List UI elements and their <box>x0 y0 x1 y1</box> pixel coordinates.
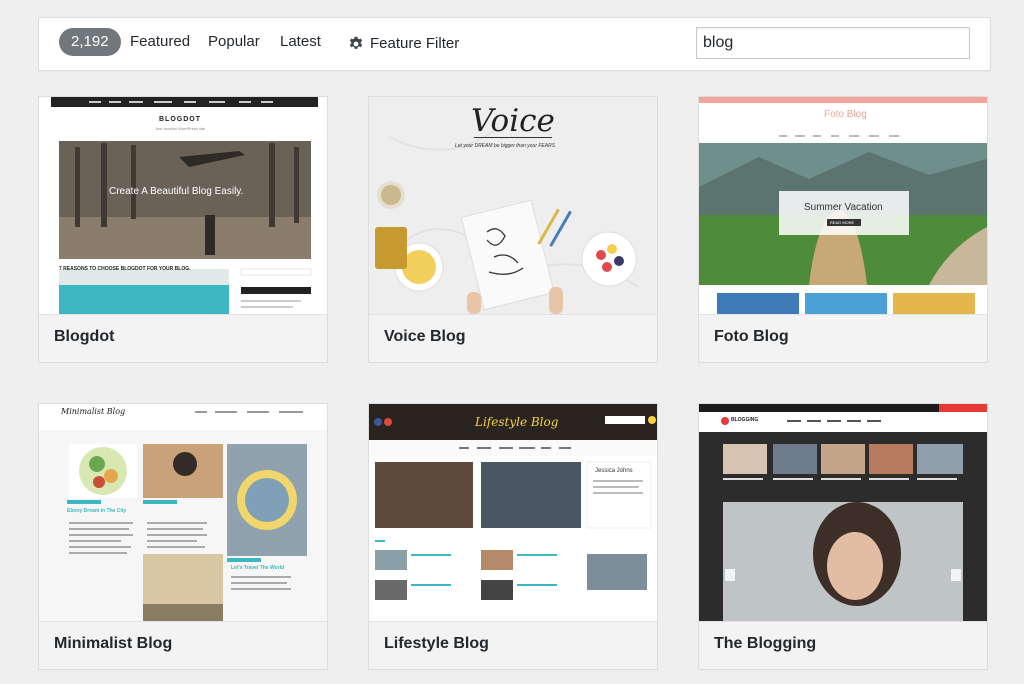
preview-hero-text: Summer Vacation <box>804 202 883 213</box>
theme-card-minimalist-blog[interactable]: Minimalist Blog Ebony Dream In The City … <box>38 403 328 670</box>
theme-name: Foto Blog <box>714 328 789 345</box>
theme-filter-bar: 2,192 Featured Popular Latest Feature Fi… <box>38 17 991 71</box>
theme-card-blogdot[interactable]: BLOGDOT Just another WordPress site Crea… <box>38 96 328 363</box>
theme-name-bar: The Blogging <box>699 621 987 669</box>
feature-filter-button[interactable]: Feature Filter <box>348 18 459 70</box>
theme-screenshot: BLOGGING <box>699 404 987 621</box>
preview-site-title: Lifestyle Blog <box>475 415 559 429</box>
preview-title: Voice <box>471 103 555 139</box>
theme-card-the-blogging[interactable]: BLOGGING The Blogging <box>698 403 988 670</box>
preview-site-title: Minimalist Blog <box>61 407 126 416</box>
theme-name: Blogdot <box>54 328 115 345</box>
theme-screenshot: BLOGDOT Just another WordPress site Crea… <box>39 97 327 314</box>
preview-author: Jessica Johns <box>595 468 633 474</box>
theme-screenshot: Minimalist Blog Ebony Dream In The City … <box>39 404 327 621</box>
filter-featured[interactable]: Featured <box>130 18 190 70</box>
preview-read-more: READ MORE <box>830 220 855 225</box>
preview-tagline: Just another WordPress site <box>155 126 206 131</box>
preview-tagline: Let your DREAM be bigger than your FEARS <box>455 143 556 149</box>
feature-filter-label: Feature Filter <box>370 35 460 52</box>
preview-hero-text: Create A Beautiful Blog Easily. <box>109 186 244 197</box>
theme-screenshot: Foto Blog Summer Vacation READ MORE <box>699 97 987 314</box>
filter-popular[interactable]: Popular <box>208 18 260 70</box>
preview-site-title: BLOGGING <box>731 417 759 423</box>
theme-name-bar: Blogdot <box>39 314 327 362</box>
theme-card-voice-blog[interactable]: Voice Let your DREAM be bigger than your… <box>368 96 658 363</box>
blogging-preview-art <box>699 404 987 621</box>
preview-site-title: Foto Blog <box>824 109 867 120</box>
theme-name-bar: Minimalist Blog <box>39 621 327 669</box>
preview-post-heading: 7 REASONS TO CHOOSE BLOGDOT FOR YOUR BLO… <box>59 266 191 272</box>
theme-name: Minimalist Blog <box>54 635 173 652</box>
preview-site-title: BLOGDOT <box>159 116 201 123</box>
theme-screenshot: Voice Let your DREAM be bigger than your… <box>369 97 657 314</box>
theme-search-input[interactable] <box>696 27 970 59</box>
theme-card-lifestyle-blog[interactable]: Lifestyle Blog Jessica Johns Lifestyle B… <box>368 403 658 670</box>
theme-screenshot: Lifestyle Blog Jessica Johns <box>369 404 657 621</box>
preview-post-title-2: Let's Travel The World <box>231 565 285 571</box>
gear-icon <box>349 36 363 49</box>
theme-card-foto-blog[interactable]: Foto Blog Summer Vacation READ MORE Foto… <box>698 96 988 363</box>
theme-name-bar: Foto Blog <box>699 314 987 362</box>
theme-name: Lifestyle Blog <box>384 635 489 652</box>
theme-name: The Blogging <box>714 635 817 652</box>
preview-post-title-1: Ebony Dream In The City <box>67 508 127 514</box>
theme-name: Voice Blog <box>384 328 466 345</box>
theme-name-bar: Voice Blog <box>369 314 657 362</box>
lifestyle-blog-preview-art <box>369 404 657 621</box>
theme-count-badge: 2,192 <box>59 28 121 56</box>
filter-latest[interactable]: Latest <box>280 18 321 70</box>
theme-name-bar: Lifestyle Blog <box>369 621 657 669</box>
